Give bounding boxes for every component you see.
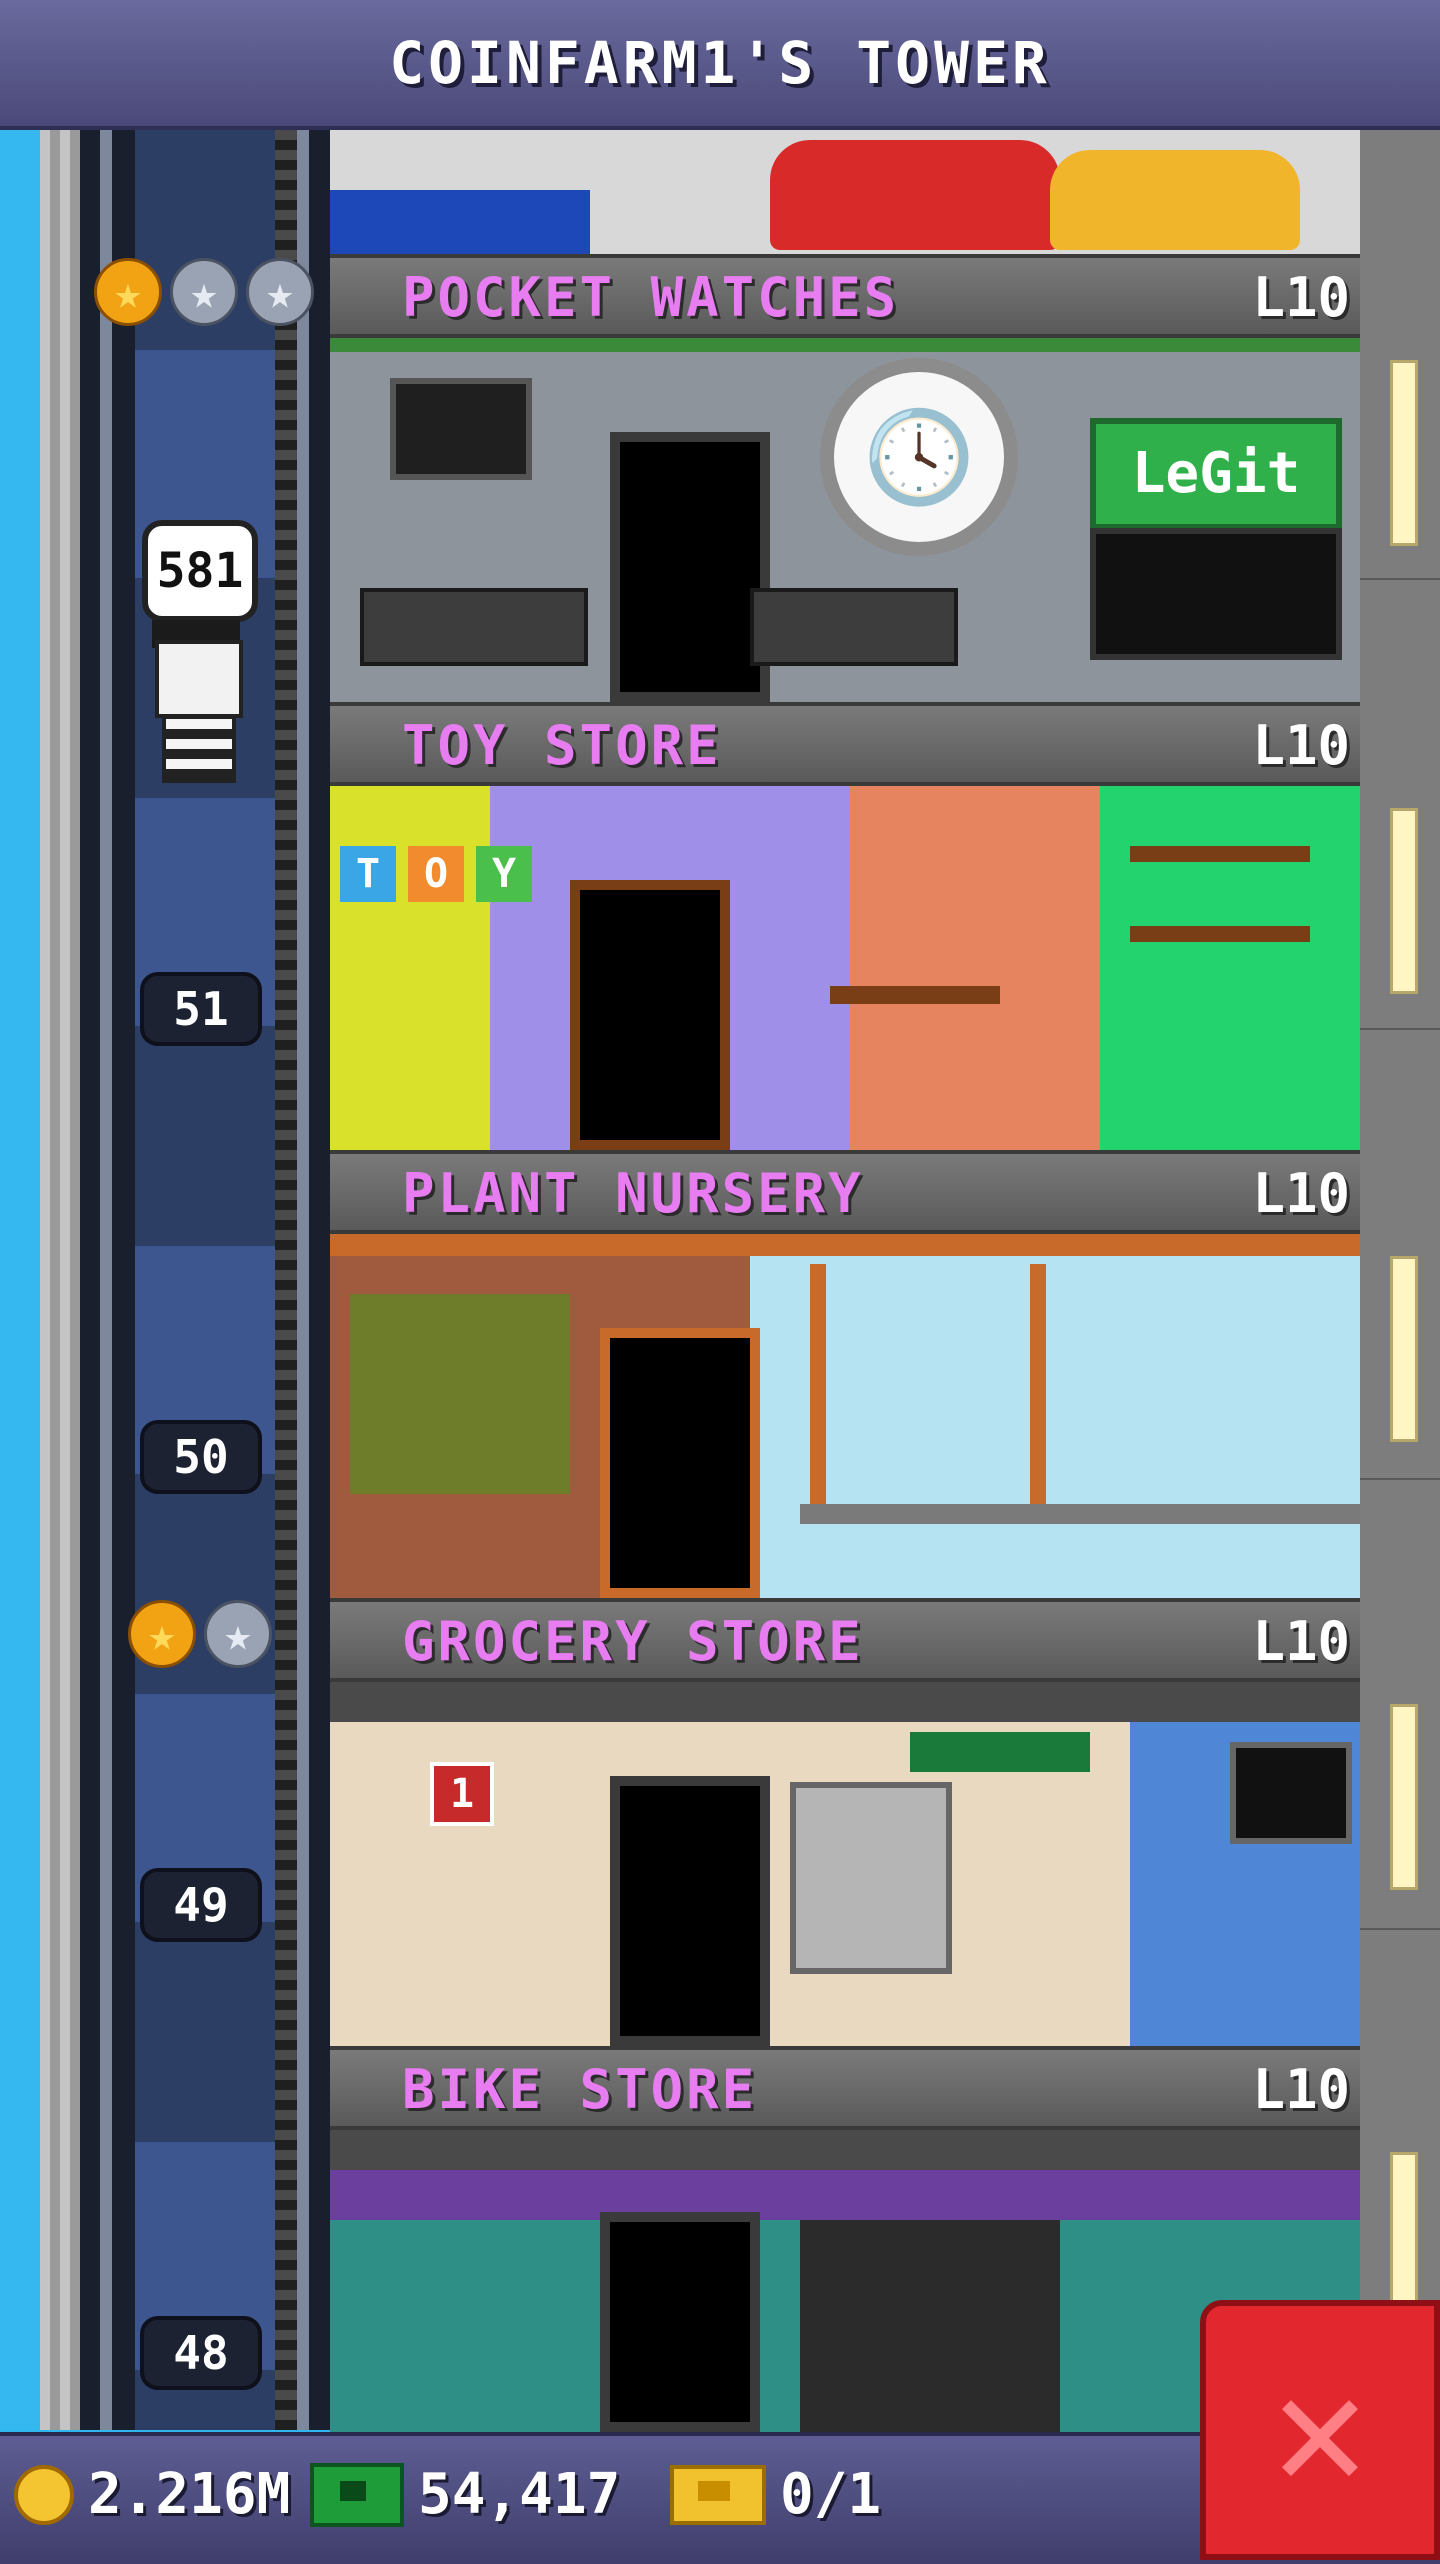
floor-label-48: 48 (140, 2316, 262, 2390)
plant-display (350, 1294, 570, 1494)
sign-panel (1090, 528, 1342, 660)
floor-label-51: 51 (140, 972, 262, 1046)
store-door (600, 1328, 760, 1598)
store-level: L10 (1252, 2058, 1350, 2121)
store-room: 1 (330, 1682, 1360, 2046)
toy-shelf (830, 986, 1000, 1004)
store-level: L10 (1252, 266, 1350, 329)
elevator-car[interactable]: 581 (130, 520, 260, 783)
legit-sign: LeGit (1090, 418, 1342, 530)
store-name: GROCERY STORE (402, 1610, 864, 1673)
window-light (1390, 808, 1418, 994)
store-room: 🕓 LeGit (330, 338, 1360, 702)
store-name: BIKE STORE (402, 2058, 758, 2121)
floor-stars-pocket-watches: ★ ★ ★ (94, 258, 314, 326)
gold-star-icon: ★ (94, 258, 162, 326)
window-light (1390, 1256, 1418, 1442)
store-name: PLANT NURSERY (402, 1162, 864, 1225)
elevator-count-bubble: 581 (142, 520, 258, 622)
window-frame (810, 1264, 826, 1524)
tower-wall-left (40, 130, 80, 2430)
green-trim (330, 338, 1360, 352)
floor-pocket-watches[interactable]: POCKET WATCHES L10 🕓 LeGit (330, 254, 1360, 702)
fridge-shelf (790, 1782, 952, 1974)
tickets-value: 0/1 (780, 2462, 882, 2527)
close-button[interactable]: ✕ (1200, 2300, 1440, 2560)
store-level: L10 (1252, 1162, 1350, 1225)
toy-block: O (408, 846, 464, 902)
store-level: L10 (1252, 1610, 1350, 1673)
yellow-car (1050, 150, 1300, 250)
close-icon: ✕ (1271, 2336, 1369, 2523)
tv-screen (390, 378, 532, 480)
toy-shelf (1130, 846, 1310, 862)
coins-stat[interactable]: 2.216M (14, 2462, 290, 2527)
bux-stat[interactable]: 54,417 (310, 2462, 620, 2527)
silver-star-icon: ★ (246, 258, 314, 326)
store-name: POCKET WATCHES (402, 266, 900, 329)
floor-header: BIKE STORE L10 (330, 2046, 1360, 2130)
coins-value: 2.216M (88, 2462, 291, 2527)
store-level: L10 (1252, 714, 1350, 777)
blue-counter (330, 190, 590, 260)
floor-header: TOY STORE L10 (330, 702, 1360, 786)
menu-board (1230, 1742, 1352, 1844)
bike-display-wall (800, 2220, 1060, 2432)
floor-header: PLANT NURSERY L10 (330, 1150, 1360, 1234)
wood-beam (330, 1234, 1360, 1256)
shaft-cable (275, 130, 297, 2430)
toy-blocks: T O Y (340, 846, 532, 902)
display-counter (360, 588, 588, 666)
toy-shelf (1130, 926, 1310, 942)
store-door (570, 880, 730, 1150)
tower-title: COINFARM1'S TOWER (389, 29, 1051, 97)
plant-table (800, 1504, 1360, 1524)
floor-stars-grocery-store: ★ ★ (128, 1600, 272, 1668)
coin-icon (14, 2464, 74, 2525)
store-room (330, 1234, 1360, 1598)
store-door (610, 1776, 770, 2046)
ceiling-pipes (330, 1682, 1360, 1722)
rider-head (155, 640, 243, 718)
floor-header: GROCERY STORE L10 (330, 1598, 1360, 1682)
bux-value: 54,417 (418, 2462, 621, 2527)
window-light (1390, 360, 1418, 546)
aisle-sign: 1 (430, 1762, 494, 1826)
floor-partial-top[interactable] (330, 130, 1360, 260)
shaft-rail-left (100, 130, 112, 2430)
tickets-stat[interactable]: 0/1 (670, 2462, 881, 2527)
rider-body (162, 715, 236, 783)
floor-label-50: 50 (140, 1420, 262, 1494)
window-light (1390, 1704, 1418, 1890)
title-bar: COINFARM1'S TOWER (0, 0, 1440, 130)
silver-star-icon: ★ (204, 1600, 272, 1668)
floor-plant-nursery[interactable]: PLANT NURSERY L10 (330, 1150, 1360, 1598)
bux-icon (310, 2462, 404, 2527)
store-door (610, 432, 770, 702)
floor-toy-store[interactable]: TOY STORE L10 T O Y (330, 702, 1360, 1150)
store-name: TOY STORE (402, 714, 722, 777)
sky (0, 130, 40, 2430)
gold-star-icon: ★ (128, 1600, 196, 1668)
ticket-icon (670, 2464, 766, 2525)
window-frame (1030, 1264, 1046, 1524)
elevator-shaft[interactable] (80, 130, 330, 2430)
clock-icon: 🕓 (820, 358, 1018, 556)
display-counter-2 (750, 588, 958, 666)
store-room: T O Y (330, 786, 1360, 1150)
silver-star-icon: ★ (170, 258, 238, 326)
floor-grocery-store[interactable]: GROCERY STORE L10 1 (330, 1598, 1360, 2046)
store-door (600, 2212, 760, 2432)
floor-header: POCKET WATCHES L10 (330, 254, 1360, 338)
store-banner (910, 1732, 1090, 1772)
floor-label-49: 49 (140, 1868, 262, 1942)
shaft-inner (135, 130, 275, 2430)
toy-block: Y (476, 846, 532, 902)
ceiling-pipes (330, 2130, 1360, 2170)
toy-block: T (340, 846, 396, 902)
shaft-rail-right (297, 130, 309, 2430)
red-car (770, 140, 1060, 250)
